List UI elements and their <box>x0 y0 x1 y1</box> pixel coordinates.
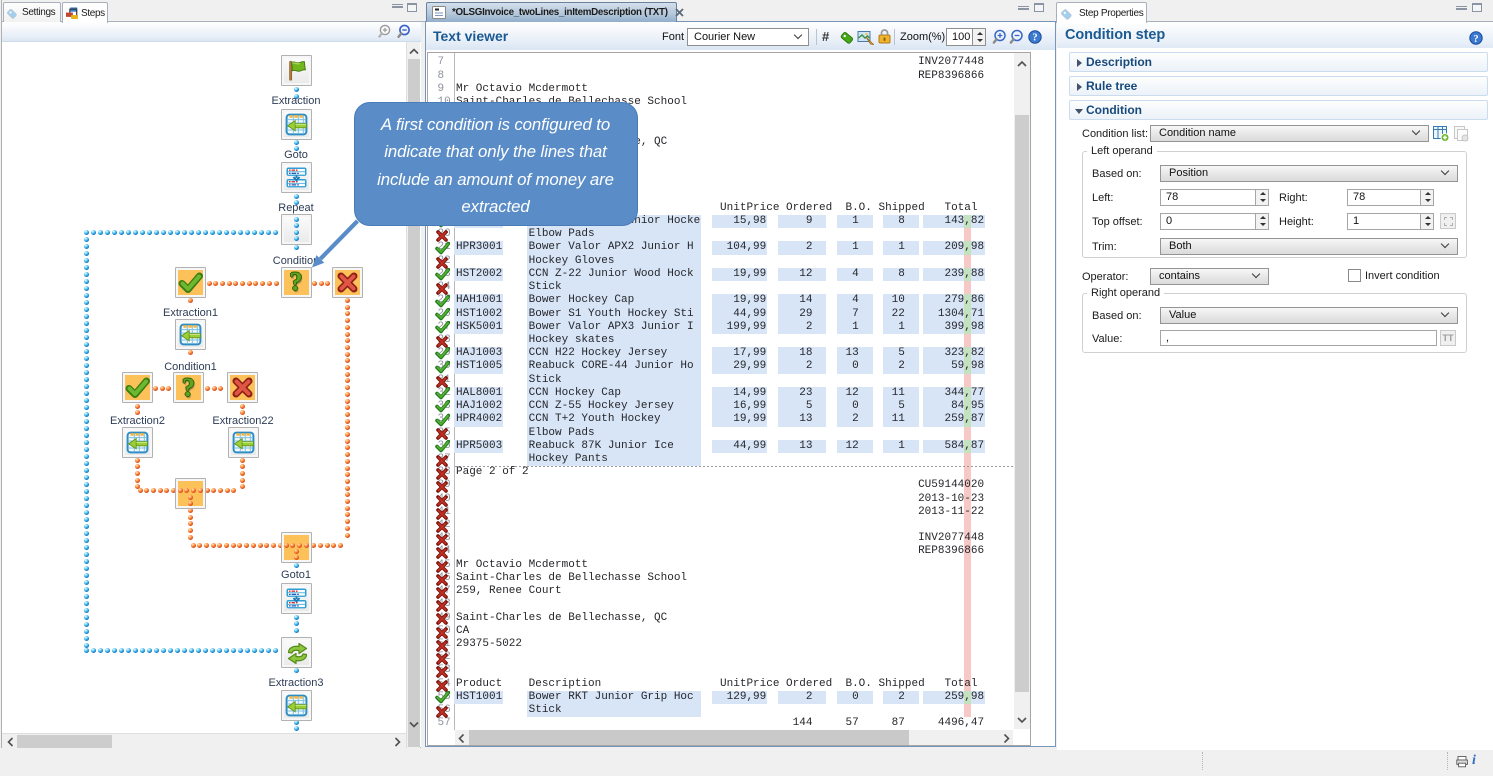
svg-text:?: ? <box>1473 34 1478 45</box>
svg-text:?: ? <box>1032 33 1037 44</box>
